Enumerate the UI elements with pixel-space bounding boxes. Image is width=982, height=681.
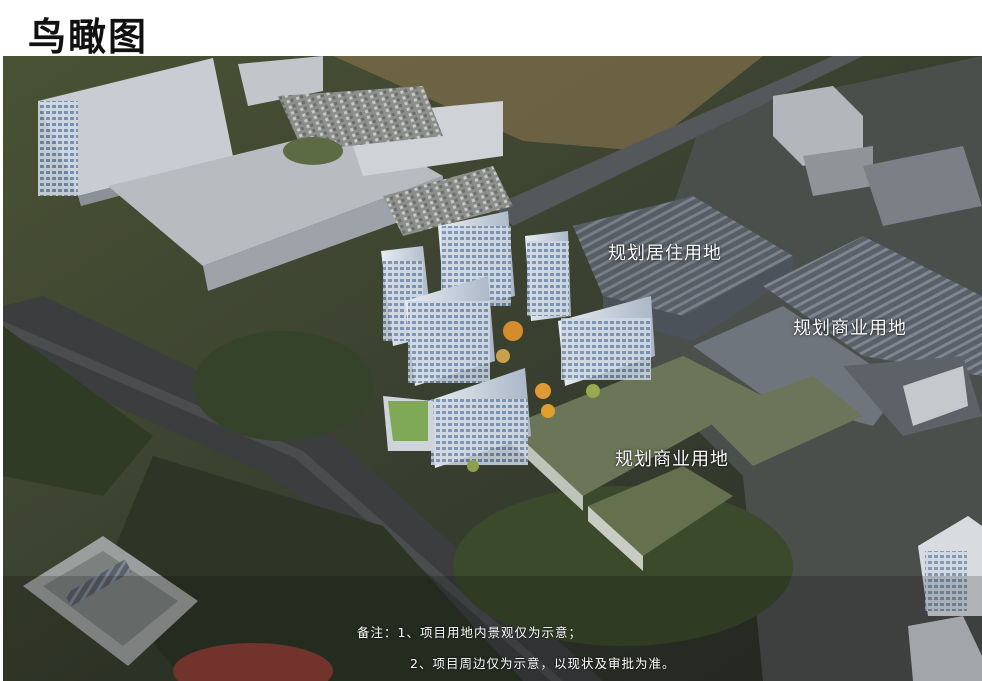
header-bar: 鸟瞰图 <box>0 0 982 59</box>
note-line-1: 备注：1、项目用地内景观仅为示意； <box>357 625 582 640</box>
label-commercial-land-upper: 规划商业用地 <box>793 318 907 339</box>
page-title: 鸟瞰图 <box>28 15 149 59</box>
aerial-view-image: 规划居住用地 规划商业用地 规划商业用地 备注：1、项目用地内景观仅为示意； 2… <box>3 56 982 681</box>
label-commercial-land-lower: 规划商业用地 <box>615 449 729 470</box>
label-residential-land: 规划居住用地 <box>608 243 722 264</box>
note-line-2: 2、项目周边仅为示意，以现状及审批为准。 <box>410 656 676 671</box>
